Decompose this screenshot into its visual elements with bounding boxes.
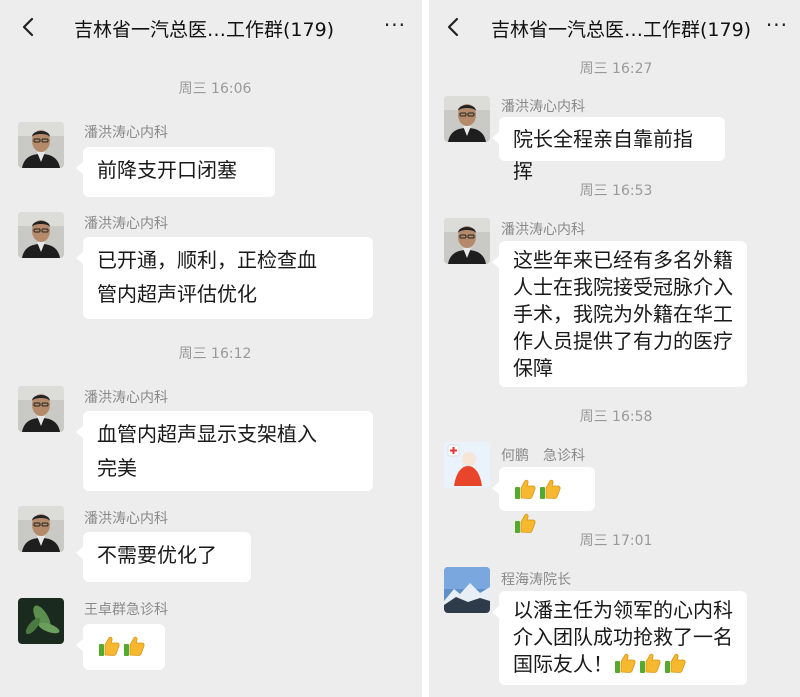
- message-line: 管内超声评估优化: [97, 282, 257, 306]
- avatar[interactable]: [18, 386, 64, 432]
- avatar[interactable]: [18, 506, 64, 552]
- message-line: 国际友人！: [513, 651, 733, 678]
- chat-panel-right: 吉林省一汽总医…工作群(179) ··· 周三 16:27 潘洪涛心内科 院长全…: [429, 0, 800, 697]
- chevron-left-icon[interactable]: [443, 16, 465, 38]
- chat-title: 吉林省一汽总医…工作群(179): [491, 19, 752, 41]
- message-bubble[interactable]: 前降支开口闭塞: [76, 147, 275, 197]
- message-bubble[interactable]: 已开通，顺利，正检查血 管内超声评估优化: [76, 237, 373, 319]
- thumbs-up-emoji: [97, 634, 121, 658]
- more-dots-icon[interactable]: ···: [384, 13, 406, 37]
- message-bubble[interactable]: [492, 467, 595, 511]
- message-line: 血管内超声显示支架植入: [97, 422, 317, 446]
- message-line: 这些年来已经有多名外籍: [513, 248, 733, 272]
- thumbs-up-emoji: [513, 511, 537, 535]
- avatar[interactable]: [18, 212, 64, 258]
- chat-panel-left: 吉林省一汽总医…工作群(179) ··· 周三 16:06 潘洪涛心内科 前降支…: [0, 0, 422, 697]
- message-line: 作人员提供了有力的医疗: [513, 329, 733, 353]
- message-bubble[interactable]: 以潘主任为领军的心内科 介入团队成功抢救了一名 国际友人！: [492, 591, 747, 685]
- message-line: 以潘主任为领军的心内科: [513, 598, 733, 622]
- avatar[interactable]: [444, 96, 490, 142]
- avatar[interactable]: [444, 567, 490, 613]
- chat-header: 吉林省一汽总医…工作群(179) ···: [429, 0, 800, 54]
- message-line: 人士在我院接受冠脉介入: [513, 275, 733, 299]
- sender-name: 潘洪涛心内科: [84, 511, 168, 527]
- chat-title: 吉林省一汽总医…工作群(179): [74, 19, 335, 41]
- thumbs-up-emoji: [663, 651, 687, 675]
- timestamp: 周三 16:27: [579, 61, 653, 77]
- timestamp: 周三 16:12: [178, 346, 252, 362]
- thumbs-up-emoji: [638, 651, 662, 675]
- sender-name: 潘洪涛心内科: [84, 125, 168, 141]
- message-bubble[interactable]: 不需要优化了: [76, 532, 251, 582]
- avatar[interactable]: [444, 442, 490, 488]
- timestamp: 周三 16:53: [579, 183, 653, 199]
- message-text: 前降支开口闭塞: [97, 158, 237, 182]
- chat-header: 吉林省一汽总医…工作群(179) ···: [0, 0, 422, 54]
- message-bubble[interactable]: 血管内超声显示支架植入 完美: [76, 411, 373, 491]
- sender-name: 潘洪涛心内科: [84, 216, 168, 232]
- more-dots-icon[interactable]: ···: [766, 13, 788, 37]
- message-line: 手术，我院为外籍在华工: [513, 302, 733, 326]
- message-line: 完美: [97, 456, 137, 480]
- message-line: 已开通，顺利，正检查血: [97, 248, 317, 272]
- sender-name: 潘洪涛心内科: [501, 222, 585, 238]
- message-text: 国际友人！: [513, 652, 613, 676]
- avatar[interactable]: [18, 122, 64, 168]
- thumbs-up-emoji: [513, 477, 537, 501]
- thumbs-up-emoji: [122, 634, 146, 658]
- sender-name: 何鹏 急诊科: [501, 448, 585, 464]
- thumbs-up-emoji: [538, 477, 562, 501]
- sender-name: 潘洪涛心内科: [501, 99, 585, 115]
- message-bubble[interactable]: [76, 624, 165, 670]
- chevron-left-icon[interactable]: [18, 16, 40, 38]
- avatar[interactable]: [444, 218, 490, 264]
- sender-name: 王卓群急诊科: [84, 602, 168, 618]
- avatar[interactable]: [18, 598, 64, 644]
- message-text: 不需要优化了: [97, 543, 217, 567]
- message-line: 介入团队成功抢救了一名: [513, 625, 733, 649]
- sender-name: 潘洪涛心内科: [84, 390, 168, 406]
- timestamp: 周三 16:58: [579, 409, 653, 425]
- sender-name: 程海涛院长: [501, 572, 571, 588]
- message-bubble[interactable]: 院长全程亲自靠前指挥: [492, 117, 725, 183]
- thumbs-up-emoji: [613, 651, 637, 675]
- timestamp: 周三 17:01: [579, 533, 653, 549]
- message-line: 保障: [513, 356, 553, 380]
- timestamp: 周三 16:06: [178, 81, 252, 97]
- message-bubble[interactable]: 这些年来已经有多名外籍 人士在我院接受冠脉介入 手术，我院为外籍在华工 作人员提…: [492, 241, 747, 387]
- message-text: 院长全程亲自靠前指挥: [513, 127, 693, 183]
